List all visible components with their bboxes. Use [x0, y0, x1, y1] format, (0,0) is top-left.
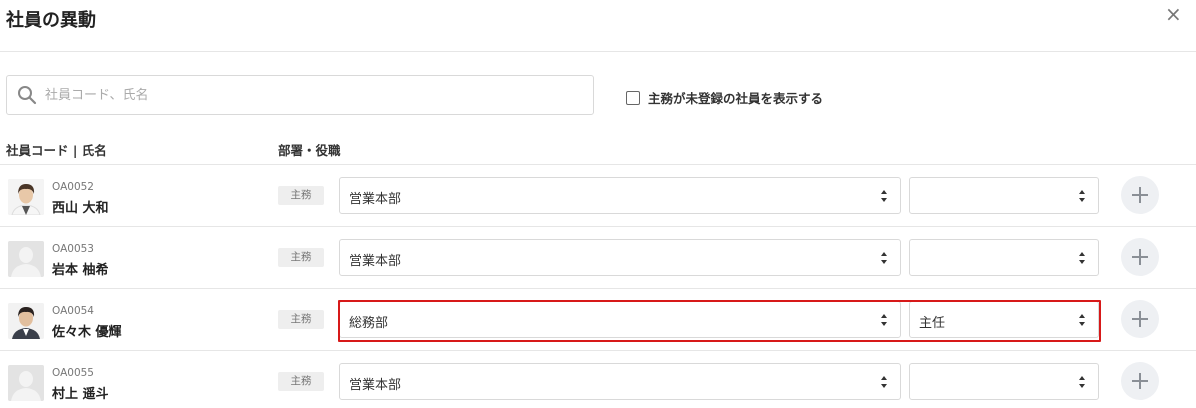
select-arrows-icon [881, 314, 887, 326]
close-icon[interactable]: × [1165, 4, 1182, 24]
dialog-title: 社員の異動 [6, 10, 96, 31]
employee-code: OA0055 [52, 367, 94, 379]
employee-code: OA0052 [52, 181, 94, 193]
primary-badge: 主務 [278, 248, 324, 267]
employee-name: 村上 遥斗 [52, 387, 109, 402]
search-box[interactable] [6, 75, 594, 115]
avatar [8, 241, 44, 277]
add-position-button[interactable] [1121, 238, 1159, 276]
select-arrows-icon [1079, 376, 1085, 388]
select-arrows-icon [881, 376, 887, 388]
employee-row: OA0053 岩本 柚希 主務 営業本部 [0, 226, 1196, 288]
department-value: 総務部 [349, 316, 389, 331]
primary-badge: 主務 [278, 186, 324, 205]
select-arrows-icon [881, 252, 887, 264]
add-position-button[interactable] [1121, 362, 1159, 400]
avatar [8, 179, 44, 215]
select-arrows-icon [881, 190, 887, 202]
employee-row: OA0052 西山 大和 主務 営業本部 [0, 164, 1196, 226]
department-select[interactable]: 営業本部 [339, 177, 901, 214]
department-value: 営業本部 [349, 192, 402, 207]
primary-badge: 主務 [278, 372, 324, 391]
employee-name: 西山 大和 [52, 201, 109, 216]
unassigned-filter[interactable]: 主務が未登録の社員を表示する [626, 88, 823, 107]
select-arrows-icon [1079, 314, 1085, 326]
primary-badge: 主務 [278, 310, 324, 329]
avatar [8, 365, 44, 401]
department-select[interactable]: 総務部 [339, 301, 901, 338]
department-select[interactable]: 営業本部 [339, 239, 901, 276]
select-arrows-icon [1079, 190, 1085, 202]
column-header-employee: 社員コード | 氏名 [6, 143, 107, 158]
add-position-button[interactable] [1121, 176, 1159, 214]
department-select[interactable]: 営業本部 [339, 363, 901, 400]
search-icon [18, 86, 37, 105]
select-arrows-icon [1079, 252, 1085, 264]
dialog-header: 社員の異動 × [0, 0, 1196, 52]
employee-code: OA0054 [52, 305, 94, 317]
employee-row: OA0054 佐々木 優輝 主務 総務部 主任 [0, 288, 1196, 350]
column-header-dept-role: 部署・役職 [278, 143, 341, 158]
role-select[interactable] [909, 363, 1099, 400]
department-value: 営業本部 [349, 254, 402, 269]
avatar [8, 303, 44, 339]
add-position-button[interactable] [1121, 300, 1159, 338]
employee-name: 佐々木 優輝 [52, 325, 122, 340]
employee-row: OA0055 村上 遥斗 主務 営業本部 [0, 350, 1196, 408]
role-value: 主任 [919, 316, 946, 331]
employee-name: 岩本 柚希 [52, 263, 109, 278]
role-select[interactable] [909, 239, 1099, 276]
department-value: 営業本部 [349, 378, 402, 393]
unassigned-checkbox-label: 主務が未登録の社員を表示する [648, 91, 824, 106]
search-input[interactable] [45, 82, 585, 108]
unassigned-checkbox[interactable] [626, 90, 640, 105]
role-select[interactable]: 主任 [909, 301, 1099, 338]
employee-code: OA0053 [52, 243, 94, 255]
role-select[interactable] [909, 177, 1099, 214]
